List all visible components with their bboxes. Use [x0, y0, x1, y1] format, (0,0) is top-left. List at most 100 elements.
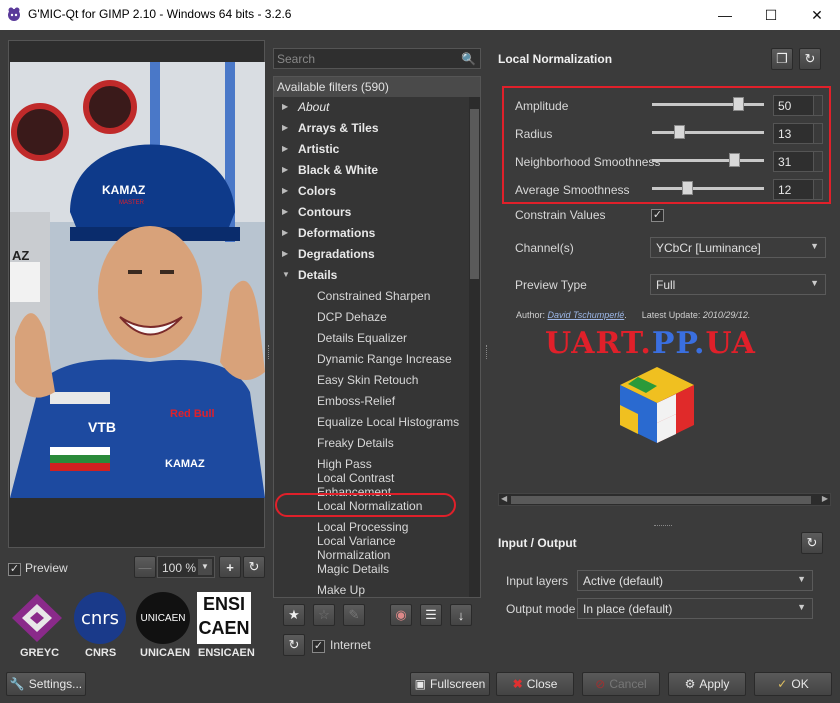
category-black-white[interactable]: ▶ Black & White	[274, 159, 470, 180]
ok-button[interactable]: ✓ OK	[754, 672, 832, 696]
neighborhood-smoothness-slider-handle[interactable]	[728, 153, 740, 167]
preview-checkbox[interactable]: ✓	[8, 561, 21, 576]
category-artistic[interactable]: ▶ Artistic	[274, 138, 470, 159]
wrench-icon: 🔧	[9, 677, 25, 691]
search-input[interactable]: Search 🔍	[273, 48, 481, 69]
filter-tree-scrollbar[interactable]	[469, 97, 480, 597]
splitter-handle-right[interactable]	[486, 345, 489, 359]
add-favorite-button[interactable]: ★	[283, 604, 305, 626]
selection-mode-button[interactable]: ☰	[420, 604, 442, 626]
collapse-arrow-icon[interactable]: ▼	[282, 270, 290, 279]
zoom-in-button[interactable]: +	[219, 556, 241, 578]
settings-button[interactable]: 🔧 Settings...	[6, 672, 86, 696]
average-smoothness-spinbox[interactable]: 12	[773, 179, 823, 200]
filter-item[interactable]: Constrained Sharpen	[274, 285, 470, 306]
filter-item[interactable]: Emboss-Relief	[274, 390, 470, 411]
spin-arrows-icon[interactable]	[813, 180, 822, 199]
filter-item[interactable]: Magic Details	[274, 558, 470, 579]
preview-image[interactable]: AZ KAMAZ MASTER VTB Red Bull KAMAZ	[10, 62, 265, 498]
internet-checkbox[interactable]: ✓	[312, 638, 325, 653]
zoom-combo[interactable]: 100 % ▼	[157, 556, 215, 578]
search-icon[interactable]: 🔍	[461, 52, 476, 66]
input-layers-select[interactable]: Active (default) ▼	[577, 570, 813, 591]
internet-check-icon[interactable]: ✓	[312, 640, 325, 653]
spin-arrows-icon[interactable]	[813, 124, 822, 143]
reset-params-button[interactable]: ↻	[799, 48, 821, 70]
category-arrays-tiles[interactable]: ▶ Arrays & Tiles	[274, 117, 470, 138]
category-colors[interactable]: ▶ Colors	[274, 180, 470, 201]
maximize-icon[interactable]: ☐	[748, 0, 794, 30]
visibility-button[interactable]: ◉	[390, 604, 412, 626]
filter-item[interactable]: Local Variance Normalization	[274, 534, 470, 562]
refresh-preview-button[interactable]: ↻	[243, 556, 265, 578]
expand-arrow-icon[interactable]: ▶	[282, 144, 288, 153]
expand-arrow-icon[interactable]: ▶	[282, 102, 288, 111]
expand-collapse-button[interactable]: ↓	[450, 604, 472, 626]
vertical-splitter-handle[interactable]	[654, 525, 672, 527]
radius-spinbox[interactable]: 13	[773, 123, 823, 144]
filter-item[interactable]: Make Up	[274, 579, 470, 597]
fullscreen-button[interactable]: ▣ Fullscreen	[410, 672, 490, 696]
reset-io-button[interactable]: ↻	[801, 532, 823, 554]
scroll-right-icon[interactable]: ▶	[822, 494, 828, 503]
output-mode-select[interactable]: In place (default) ▼	[577, 598, 813, 619]
constrain-check-icon[interactable]: ✓	[651, 209, 664, 222]
expand-arrow-icon[interactable]: ▶	[282, 186, 288, 195]
minimize-icon[interactable]: —	[702, 0, 748, 30]
average-smoothness-slider-handle[interactable]	[682, 181, 694, 195]
rename-favorite-button[interactable]: ✎	[343, 604, 365, 626]
spin-arrows-icon[interactable]	[813, 96, 822, 115]
preview-check-icon[interactable]: ✓	[8, 563, 21, 576]
close-window-icon[interactable]: ✕	[794, 0, 840, 30]
filter-item[interactable]: Details Equalizer	[274, 327, 470, 348]
radius-slider-handle[interactable]	[674, 125, 686, 139]
scroll-left-icon[interactable]: ◀	[501, 494, 507, 503]
zoom-dropdown-icon[interactable]: ▼	[198, 559, 212, 575]
filter-item[interactable]: DCP Dehaze	[274, 306, 470, 327]
category-deformations[interactable]: ▶ Deformations	[274, 222, 470, 243]
amplitude-slider[interactable]	[652, 103, 764, 106]
apply-button[interactable]: ⚙ Apply	[668, 672, 746, 696]
radius-slider[interactable]	[652, 131, 764, 134]
constrain-values-checkbox[interactable]: ✓	[651, 207, 664, 222]
category-degradations[interactable]: ▶ Degradations	[274, 243, 470, 264]
filter-item[interactable]: Freaky Details	[274, 432, 470, 453]
amplitude-spinbox[interactable]: 50	[773, 95, 823, 116]
expand-arrow-icon[interactable]: ▶	[282, 249, 288, 258]
expand-arrow-icon[interactable]: ▶	[282, 207, 288, 216]
copy-command-button[interactable]: ❐	[771, 48, 793, 70]
scrollbar-thumb[interactable]	[470, 109, 479, 279]
update-filters-button[interactable]: ↻	[283, 634, 305, 656]
gmic-app-icon	[8, 7, 20, 21]
spin-arrows-icon[interactable]	[813, 152, 822, 171]
filter-item-label: Magic Details	[317, 561, 390, 576]
preview-type-select[interactable]: Full ▼	[650, 274, 826, 295]
filter-item[interactable]: Easy Skin Retouch	[274, 369, 470, 390]
splitter-handle-left[interactable]	[268, 345, 271, 359]
channels-select[interactable]: YCbCr [Luminance] ▼	[650, 237, 826, 258]
expand-arrow-icon[interactable]: ▶	[282, 165, 288, 174]
cnrs-logo-text: cnrs	[80, 607, 120, 629]
filter-item[interactable]: Local Contrast Enhancement	[274, 471, 470, 499]
category-contours[interactable]: ▶ Contours	[274, 201, 470, 222]
expand-arrow-icon[interactable]: ▶	[282, 123, 288, 132]
amplitude-slider-handle[interactable]	[732, 97, 744, 111]
param-label-neighborhood-smoothness: Neighborhood Smoothness	[515, 155, 661, 169]
params-horizontal-scrollbar[interactable]: ◀ ▶	[498, 493, 831, 506]
scrollbar-thumb[interactable]	[511, 496, 811, 504]
filter-item[interactable]: Equalize Local Histograms	[274, 411, 470, 432]
author-link[interactable]: David Tschumperlé	[548, 310, 625, 320]
filter-item[interactable]: Dynamic Range Increase	[274, 348, 470, 369]
average-smoothness-slider[interactable]	[652, 187, 764, 190]
zoom-out-button[interactable]: —	[134, 556, 156, 578]
category-details[interactable]: ▼ Details	[274, 264, 470, 285]
cancel-button[interactable]: ⊘ Cancel	[582, 672, 660, 696]
close-button[interactable]: ✖ Close	[496, 672, 574, 696]
neighborhood-smoothness-slider[interactable]	[652, 159, 764, 162]
filter-tree[interactable]: Available filters (590) ▶ About ▶ Arrays &…	[273, 76, 481, 598]
filter-item-label: Local Processing	[317, 519, 409, 534]
neighborhood-smoothness-spinbox[interactable]: 31	[773, 151, 823, 172]
category-about[interactable]: ▶ About	[274, 96, 470, 117]
remove-favorite-button[interactable]: ☆	[313, 604, 335, 626]
expand-arrow-icon[interactable]: ▶	[282, 228, 288, 237]
